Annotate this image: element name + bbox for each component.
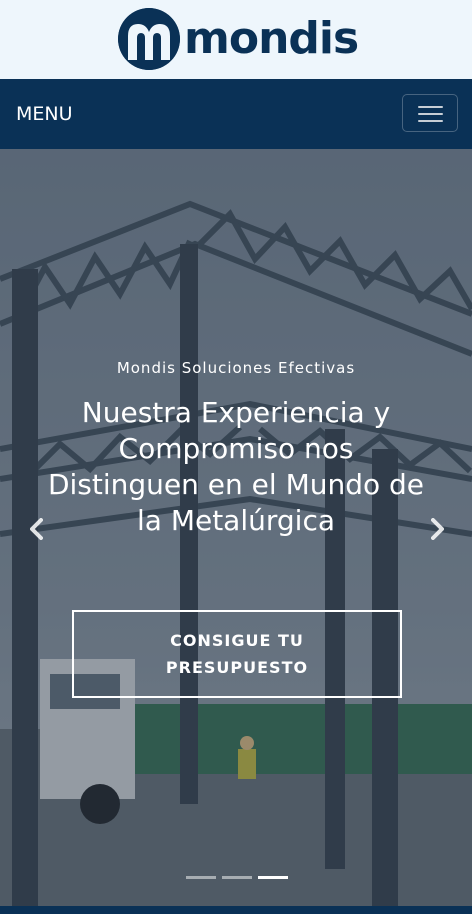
get-quote-button[interactable]: CONSIGUE TU PRESUPUESTO [72,610,402,698]
carousel-prev-button[interactable] [22,515,50,543]
logo-text: mondis [184,13,359,64]
brand-logo[interactable]: mondis [118,8,359,70]
site-header: mondis [0,0,472,79]
menu-toggle-button[interactable] [402,94,458,132]
hamburger-icon-line [418,113,443,115]
footer-strip [0,906,472,914]
logo-mark-icon [118,8,180,70]
carousel-indicator-1[interactable] [186,876,216,879]
carousel-next-button[interactable] [424,515,452,543]
carousel-indicator-3[interactable] [258,876,288,879]
hero-title: Nuestra Experiencia y Compromiso nos Dis… [47,396,425,537]
chevron-right-icon [431,518,444,540]
hamburger-icon-line [418,120,443,122]
menu-label: MENU [16,103,73,125]
hero-subtitle: Mondis Soluciones Efectivas [116,359,356,377]
hero-carousel: Mondis Soluciones Efectivas Nuestra Expe… [0,149,472,906]
hamburger-icon [418,106,443,108]
carousel-indicators [186,876,288,879]
chevron-left-icon [30,518,43,540]
carousel-indicator-2[interactable] [222,876,252,879]
